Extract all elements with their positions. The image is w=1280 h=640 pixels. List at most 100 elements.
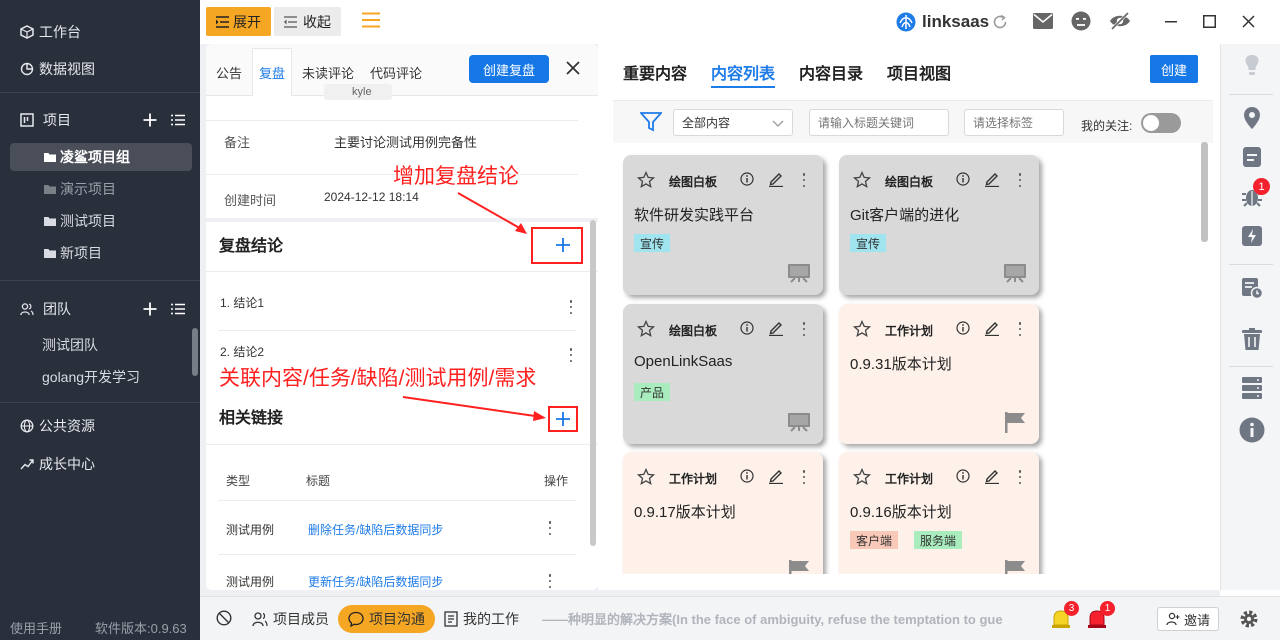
add-project-icon[interactable] bbox=[143, 113, 157, 127]
test-case-icon[interactable] bbox=[1240, 276, 1264, 300]
info-icon[interactable] bbox=[740, 469, 754, 483]
star-icon[interactable] bbox=[637, 468, 655, 486]
divider bbox=[218, 330, 576, 331]
mail-icon[interactable] bbox=[1033, 13, 1053, 29]
info-icon[interactable] bbox=[956, 321, 970, 335]
card-title[interactable]: OpenLinkSaas bbox=[634, 353, 732, 370]
my-work-button[interactable]: 我的工作 bbox=[438, 605, 525, 633]
star-icon[interactable] bbox=[853, 320, 871, 338]
sidebar-item-team-1[interactable]: golang开发学习 bbox=[10, 363, 192, 391]
content-card[interactable]: 绘图白板 软件研发实践平台 宣传 bbox=[623, 155, 823, 295]
lightning-icon[interactable] bbox=[1240, 224, 1264, 248]
sidebar-item-public-resources[interactable]: 公共资源 bbox=[0, 410, 200, 442]
brand-name: linksaas bbox=[922, 12, 990, 31]
server-icon[interactable] bbox=[1240, 376, 1264, 400]
disable-icon[interactable] bbox=[216, 610, 232, 626]
whiteboard-icon bbox=[787, 410, 811, 434]
more-icon[interactable] bbox=[548, 574, 552, 588]
more-icon[interactable] bbox=[802, 322, 806, 336]
close-panel-icon[interactable] bbox=[566, 61, 580, 75]
location-icon[interactable] bbox=[1240, 106, 1264, 130]
star-icon[interactable] bbox=[637, 320, 655, 338]
status-face-icon[interactable] bbox=[1071, 11, 1091, 31]
content-card[interactable]: 工作计划 0.9.31版本计划 bbox=[839, 304, 1039, 444]
content-area: 重要内容 内容列表 内容目录 项目视图 创建 全部内容 我的关注: 绘图白板软件… bbox=[598, 44, 1220, 590]
sidebar-label: 成长中心 bbox=[39, 456, 95, 472]
expand-button[interactable]: 展开 bbox=[206, 7, 271, 36]
settings-icon[interactable] bbox=[1238, 608, 1260, 630]
card-title[interactable]: 0.9.31版本计划 bbox=[850, 353, 952, 374]
panel-scrollbar[interactable] bbox=[590, 220, 596, 546]
info-icon[interactable] bbox=[956, 469, 970, 483]
card-title[interactable]: 软件研发实践平台 bbox=[634, 204, 754, 225]
edit-icon[interactable] bbox=[984, 468, 1000, 484]
create-review-button[interactable]: 创建复盘 bbox=[469, 55, 549, 83]
menu-icon[interactable] bbox=[362, 12, 380, 28]
link-title[interactable]: 更新任务/缺陷后数据同步 bbox=[308, 573, 443, 590]
add-team-icon[interactable] bbox=[143, 302, 157, 316]
sidebar-label: 数据视图 bbox=[39, 61, 95, 77]
card-title[interactable]: 0.9.16版本计划 bbox=[850, 501, 952, 522]
edit-icon[interactable] bbox=[768, 171, 784, 187]
project-label: 新项目 bbox=[60, 245, 102, 261]
maximize-icon[interactable] bbox=[1203, 15, 1216, 28]
edit-icon[interactable] bbox=[768, 320, 784, 336]
edit-icon[interactable] bbox=[984, 320, 1000, 336]
document-icon[interactable] bbox=[1240, 145, 1264, 169]
trash-icon[interactable] bbox=[1240, 327, 1264, 351]
eye-slash-icon[interactable] bbox=[1109, 11, 1131, 31]
minimize-icon[interactable] bbox=[1165, 21, 1177, 23]
project-members-button[interactable]: 项目成员 bbox=[246, 605, 335, 633]
more-icon[interactable] bbox=[802, 470, 806, 484]
edit-icon[interactable] bbox=[984, 171, 1000, 187]
tab-review[interactable]: 复盘 bbox=[252, 48, 292, 96]
work-icon bbox=[444, 611, 458, 627]
star-icon[interactable] bbox=[853, 468, 871, 486]
refresh-icon[interactable] bbox=[992, 14, 1008, 30]
collapse-button[interactable]: 收起 bbox=[274, 7, 341, 36]
sidebar-item-workbench[interactable]: 工作台 bbox=[0, 16, 200, 48]
content-card[interactable]: 绘图白板 Git客户端的进化 宣传 bbox=[839, 155, 1039, 295]
sidebar-item-project-1[interactable]: 演示项目 bbox=[10, 175, 192, 203]
more-icon[interactable] bbox=[1018, 173, 1022, 187]
link-title[interactable]: 删除任务/缺陷后数据同步 bbox=[308, 521, 443, 538]
sidebar-section-projects[interactable]: 项目 bbox=[0, 104, 200, 136]
content-card[interactable]: 绘图白板 OpenLinkSaas 产品 bbox=[623, 304, 823, 444]
sidebar-item-project-0[interactable]: 凌鲨项目组 bbox=[10, 143, 192, 171]
list-icon[interactable] bbox=[171, 302, 185, 316]
lightbulb-icon[interactable] bbox=[1240, 54, 1264, 78]
invite-button[interactable]: 邀请 bbox=[1157, 607, 1219, 631]
info-icon[interactable] bbox=[956, 172, 970, 186]
sidebar-item-growth-center[interactable]: 成长中心 bbox=[0, 448, 200, 480]
card-title[interactable]: Git客户端的进化 bbox=[850, 204, 959, 225]
more-icon[interactable] bbox=[1018, 470, 1022, 484]
sidebar-item-team-0[interactable]: 测试团队 bbox=[10, 331, 192, 359]
sidebar-section-team[interactable]: 团队 bbox=[0, 293, 200, 325]
content-card[interactable]: 工作计划 0.9.16版本计划 客户端 服务端 bbox=[839, 452, 1039, 574]
more-icon[interactable] bbox=[569, 300, 573, 314]
close-window-icon[interactable] bbox=[1242, 15, 1255, 28]
sidebar-scrollbar[interactable] bbox=[192, 328, 198, 376]
info-icon[interactable] bbox=[740, 321, 754, 335]
star-icon[interactable] bbox=[853, 171, 871, 189]
user-manual-link[interactable]: 使用手册 bbox=[10, 618, 62, 637]
sidebar-item-project-2[interactable]: 测试项目 bbox=[10, 207, 192, 235]
card-tag: 宣传 bbox=[634, 234, 671, 252]
project-chat-button[interactable]: 项目沟通 bbox=[338, 605, 435, 633]
sidebar-item-project-3[interactable]: 新项目 bbox=[10, 239, 192, 267]
more-icon[interactable] bbox=[548, 521, 552, 535]
sidebar-item-data-view[interactable]: 数据视图 bbox=[0, 53, 200, 85]
tab-notice[interactable]: 公告 bbox=[210, 48, 248, 96]
more-icon[interactable] bbox=[1018, 322, 1022, 336]
info-icon[interactable] bbox=[740, 172, 754, 186]
more-icon[interactable] bbox=[569, 348, 573, 362]
more-icon[interactable] bbox=[802, 173, 806, 187]
flag-icon bbox=[1003, 410, 1027, 434]
star-icon[interactable] bbox=[637, 171, 655, 189]
chat-icon bbox=[348, 611, 364, 627]
content-card[interactable]: 工作计划 0.9.17版本计划 bbox=[623, 452, 823, 574]
list-icon[interactable] bbox=[171, 113, 185, 127]
edit-icon[interactable] bbox=[768, 468, 784, 484]
card-title[interactable]: 0.9.17版本计划 bbox=[634, 501, 736, 522]
info-icon[interactable] bbox=[1239, 417, 1265, 443]
